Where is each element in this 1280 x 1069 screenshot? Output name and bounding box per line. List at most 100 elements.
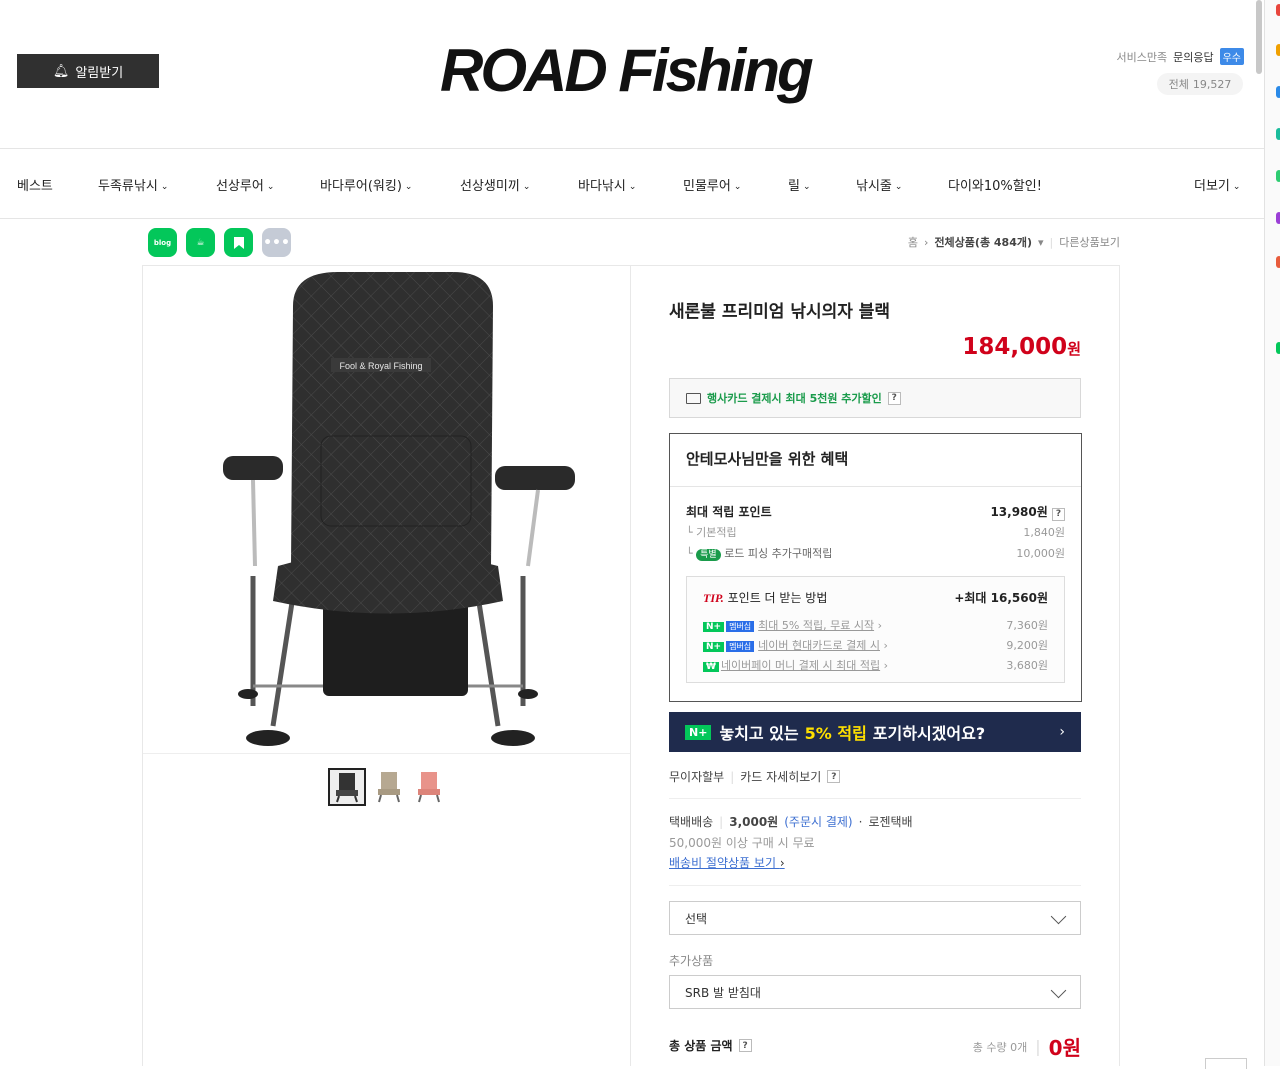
alarm-button-label: 알림받기	[75, 65, 124, 81]
divider	[670, 486, 1081, 487]
rail-icon[interactable]	[1276, 342, 1280, 354]
nav-item-daiwa-sale[interactable]: 다이와10%할인!	[948, 175, 1042, 194]
total-amount-label: 총 상품 금액	[669, 1039, 733, 1053]
breadcrumb: 홈 › 전체상품(총 484개) ▾ | 다른상품보기	[907, 234, 1120, 250]
price-value: 184,000	[962, 334, 1068, 360]
price-unit: 원	[1067, 340, 1081, 358]
thumbnail-beige[interactable]	[370, 768, 408, 806]
membership-badge: 멤버십	[726, 641, 755, 652]
tip-box: TIP. 포인트 더 받는 방법 +최대 16,560원 N+ 멤버십 최대 5% …	[686, 576, 1065, 683]
installment-label[interactable]: 무이자할부	[669, 768, 724, 785]
help-icon[interactable]: ?	[827, 770, 841, 783]
tip-value: 3,680원	[1006, 659, 1048, 672]
chevron-down-icon: ⌄	[522, 182, 531, 192]
scroll-top-button[interactable]	[1205, 1058, 1247, 1069]
rail-icon[interactable]	[1276, 4, 1280, 16]
rail-icon[interactable]	[1276, 170, 1280, 182]
special-badge: 특별	[696, 549, 721, 561]
tip-text: 네이버 현대카드로 결제 시	[758, 639, 880, 652]
breadcrumb-other[interactable]: 다른상품보기	[1059, 234, 1120, 250]
addon-select[interactable]: SRB 발 받침대	[669, 975, 1081, 1009]
nav-item-boat-bait[interactable]: 선상생미끼 ⌄	[460, 175, 530, 194]
inquiry-badge: 우수	[1219, 48, 1244, 65]
alarm-button[interactable]: 🔔︎ 알림받기	[17, 54, 159, 88]
total-count-pill[interactable]: 전체 19,527	[1157, 73, 1243, 95]
tip-label: TIP.	[703, 591, 724, 605]
scrollbar-thumb[interactable]	[1256, 0, 1262, 74]
chevron-down-icon: ⌄	[894, 182, 903, 192]
divider	[0, 218, 1264, 219]
tip-item[interactable]: ₩ 네이버페이 머니 결제 시 최대 적립 › 3,680원	[703, 657, 1048, 673]
chevron-right-icon: ›	[779, 856, 785, 870]
breadcrumb-all-products[interactable]: 전체상품(총 484개)	[934, 234, 1032, 250]
shipping-carrier: 로젠택배	[868, 815, 913, 829]
nav-item-sea-lure[interactable]: 바다루어(워킹) ⌄	[320, 175, 412, 194]
basic-points-value: 1,840원	[1023, 526, 1065, 539]
help-icon[interactable]: ?	[1052, 507, 1065, 521]
more-share-icon[interactable]: •••	[262, 228, 291, 257]
bell-icon: 🔔︎	[52, 63, 70, 79]
blog-share-icon[interactable]: blog	[148, 228, 177, 257]
card-discount-box[interactable]: 행사카드 결제시 최대 5천원 추가할인 ?	[669, 378, 1081, 418]
shipping-fee: 3,000원	[729, 815, 779, 829]
breadcrumb-home[interactable]: 홈	[908, 234, 918, 250]
nav-item-cephalopod[interactable]: 두족류낚시 ⌄	[98, 175, 168, 194]
chevron-down-icon: ⌄	[628, 182, 637, 192]
shipping-fee-note: (주문시 결제)	[784, 815, 853, 829]
divider	[630, 265, 631, 1066]
nav-more[interactable]: 더보기 ⌄	[1194, 175, 1240, 194]
chevron-down-icon	[1050, 982, 1067, 999]
tip-text: 최대 5% 적립, 무료 시작	[758, 619, 875, 632]
help-icon[interactable]: ?	[887, 391, 901, 405]
nav-item-best[interactable]: 베스트	[17, 175, 53, 194]
bookmark-share-icon[interactable]	[224, 228, 253, 257]
chevron-down-icon: ⌄	[266, 182, 275, 192]
chevron-down-icon: ⌄	[1232, 182, 1241, 192]
product-title: 새론불 프리미엄 낚시의자 블랙	[669, 302, 891, 322]
naver-plus-banner[interactable]: N+ 놓치고 있는 5% 적립 포기하시겠어요? ›	[669, 712, 1081, 752]
rail-icon[interactable]	[1276, 212, 1280, 224]
cafe-share-icon[interactable]: ☕︎	[186, 228, 215, 257]
tip-item[interactable]: N+ 멤버십 최대 5% 적립, 무료 시작 › 7,360원	[703, 617, 1048, 633]
addon-select-value: SRB 발 받침대	[685, 985, 761, 1000]
divider	[669, 798, 1081, 799]
total-summary: 총 수량 0개 | 0원	[973, 1032, 1081, 1061]
rail-icon[interactable]	[1276, 128, 1280, 140]
rail-icon[interactable]	[1276, 86, 1280, 98]
tip-value: 7,360원	[1006, 619, 1048, 632]
caret-down-icon: ▾	[1038, 235, 1044, 249]
naver-plus-icon: N+	[685, 724, 712, 740]
store-logo[interactable]: ROAD Fishing	[440, 36, 840, 106]
shipping-save-link[interactable]: 배송비 절약상품 보기 ›	[669, 854, 785, 871]
thumbnail-black[interactable]	[328, 768, 366, 806]
tip-item[interactable]: N+ 멤버십 네이버 현대카드로 결제 시 › 9,200원	[703, 637, 1048, 653]
inquiry-label: 문의응답	[1173, 50, 1214, 64]
help-icon[interactable]: ?	[738, 1039, 752, 1052]
card-detail-link[interactable]: 카드 자세히보기	[740, 768, 821, 785]
option-select[interactable]: 선택	[669, 901, 1081, 935]
banner-highlight: 5% 적립	[804, 724, 867, 743]
chevron-right-icon: ›	[924, 235, 929, 249]
max-points-row: 최대 적립 포인트 13,980원 ?	[686, 503, 1065, 521]
nav-item-freshwater-lure[interactable]: 민물루어 ⌄	[683, 175, 741, 194]
rail-icon[interactable]	[1276, 256, 1280, 268]
nav-item-reel[interactable]: 릴 ⌄	[788, 175, 811, 194]
option-select-value: 선택	[685, 911, 708, 926]
total-quantity: 총 수량 0개	[972, 1040, 1028, 1054]
chevron-down-icon: ⌄	[802, 182, 811, 192]
rail-icon[interactable]	[1276, 44, 1280, 56]
chevron-down-icon: ⌄	[160, 182, 169, 192]
max-points-label: 최대 적립 포인트	[686, 505, 772, 520]
product-image[interactable]: Fool & Royal Fishing	[143, 266, 630, 753]
nav-item-sea-fishing[interactable]: 바다낚시 ⌄	[578, 175, 636, 194]
thumbnail-pink[interactable]	[410, 768, 448, 806]
tip-value: 9,200원	[1006, 639, 1048, 652]
total-label: 전체	[1168, 78, 1189, 91]
basic-points-row: └ 기본적립 1,840원	[686, 526, 1065, 539]
naver-plus-icon: N+	[703, 622, 725, 632]
nav-item-boat-lure[interactable]: 선상루어 ⌄	[216, 175, 274, 194]
chevron-right-icon: ›	[1059, 724, 1065, 740]
svg-text:Fool & Royal Fishing: Fool & Royal Fishing	[339, 361, 422, 371]
nav-item-line[interactable]: 낚시줄 ⌄	[856, 175, 902, 194]
divider	[669, 885, 1081, 886]
